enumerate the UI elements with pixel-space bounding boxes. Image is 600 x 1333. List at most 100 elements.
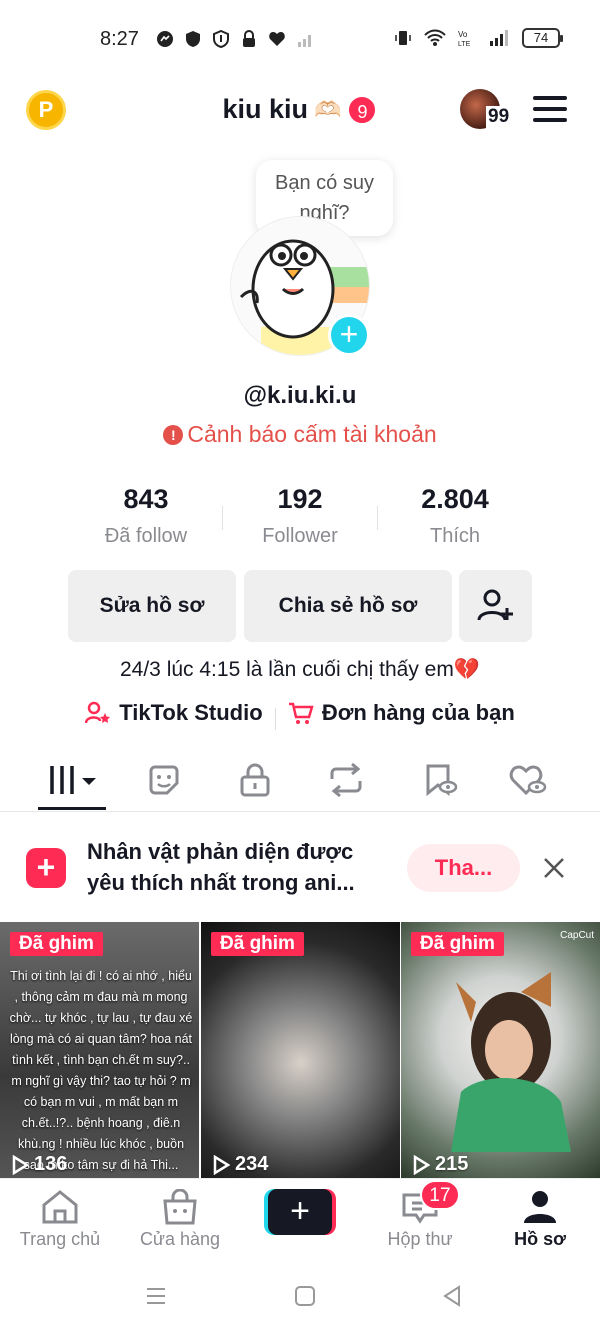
active-tab-indicator: [38, 807, 106, 810]
home-icon: [42, 1190, 78, 1224]
repost-icon: [330, 763, 362, 797]
studio-person-star-icon: [85, 701, 111, 724]
stat-following[interactable]: 843 Đã follow: [69, 484, 223, 548]
profile-header: P kiu kiu 🫶🏻 9 99: [0, 80, 600, 140]
stat-label: Thích: [429, 525, 481, 547]
nav-inbox-label: Hộp thư: [387, 1229, 453, 1249]
stat-value: 2.804: [421, 484, 489, 514]
nav-home-label: Trang chủ: [19, 1229, 101, 1249]
nav-shop-label: Cửa hàng: [139, 1229, 221, 1249]
tiktok-studio-label: TikTok Studio: [119, 700, 263, 725]
liked-heart-icon: [509, 765, 547, 796]
view-count: 215: [435, 1153, 469, 1175]
battery-indicator: 74: [522, 28, 563, 48]
tab-private[interactable]: [205, 748, 305, 812]
stat-followers[interactable]: 192 Follower: [223, 484, 377, 548]
pinned-badge: Đã ghim: [211, 932, 304, 956]
messenger-icon: [157, 31, 173, 47]
heart-hands-emoji: 🫶🏻: [314, 96, 342, 122]
plus-icon: +: [268, 1189, 332, 1235]
tab-stickers[interactable]: [114, 748, 214, 812]
nav-profile-label: Hồ sơ: [514, 1229, 566, 1249]
shield-icon: [186, 31, 200, 47]
back-icon[interactable]: [440, 1284, 464, 1308]
stat-label: Follower: [262, 525, 338, 547]
add-user-icon: [477, 589, 513, 621]
saved-eye-icon: [426, 764, 458, 797]
hamburger-menu-icon[interactable]: [533, 96, 567, 122]
tab-liked[interactable]: [478, 748, 578, 812]
nav-profile[interactable]: Hồ sơ: [480, 1189, 600, 1250]
close-icon[interactable]: [540, 854, 568, 882]
stat-value: 843: [123, 484, 169, 514]
nav-home[interactable]: Trang chủ: [0, 1189, 120, 1250]
heart-status-icon: [269, 32, 285, 46]
video-thumbnail[interactable]: Đã ghim CapCut 215: [401, 922, 600, 1178]
tab-saved[interactable]: [390, 748, 490, 812]
wifi-icon: [424, 29, 446, 46]
content-tabs: [0, 748, 600, 812]
view-count: 234: [235, 1153, 269, 1175]
account-notification-badge: 9: [347, 94, 378, 125]
play-icon: [213, 1154, 231, 1175]
play-icon: [12, 1154, 30, 1175]
profile-stats: 843 Đã follow 192 Follower 2.804 Thích: [0, 484, 600, 554]
cell-signal-icon: [490, 30, 508, 46]
orders-label: Đơn hàng của bạn: [321, 700, 515, 725]
volte-icon: Vo LTE: [458, 30, 471, 47]
lock-status-icon: [243, 30, 255, 47]
profile-person-icon: [524, 1191, 556, 1223]
status-time: 8:27: [100, 28, 139, 50]
orders-link[interactable]: Đơn hàng của bạn: [288, 700, 515, 726]
view-count: 136: [34, 1153, 68, 1175]
ban-warning[interactable]: ! Cảnh báo cấm tài khoản: [0, 421, 600, 448]
cart-icon: [288, 702, 314, 724]
tiktok-studio-link[interactable]: TikTok Studio: [85, 700, 263, 726]
signal-no-service-icon: [298, 35, 311, 47]
account-switcher[interactable]: kiu kiu 🫶🏻 9: [223, 94, 378, 125]
stat-likes[interactable]: 2.804 Thích: [378, 484, 532, 548]
tab-reposts[interactable]: [296, 748, 396, 812]
nav-shop[interactable]: Cửa hàng: [120, 1189, 240, 1250]
home-square-icon[interactable]: [293, 1284, 317, 1308]
lock-icon: [240, 763, 270, 797]
ban-warning-text: Cảnh báo cấm tài khoản: [187, 421, 437, 447]
video-caption: Thi ơi tình lại đi ! có ai nhớ , hiểu , …: [9, 969, 193, 1172]
profile-bio: 24/3 lúc 4:15 là lần cuối chị thấy em💔: [119, 658, 480, 681]
shield-check-icon: [213, 30, 229, 48]
page-title: kiu kiu: [222, 94, 309, 124]
suggestion-title: Nhân vật phản diện được yêu thích nhất t…: [87, 839, 355, 895]
video-grid: Thi ơi tình lại đi ! có ai nhớ , hiểu , …: [0, 922, 600, 1178]
add-story-button[interactable]: +: [328, 314, 370, 356]
shop-bag-icon: [163, 1189, 197, 1225]
profile-handle[interactable]: @k.iu.ki.u: [0, 382, 600, 410]
add-friend-button[interactable]: [459, 570, 532, 642]
stat-label: Đã follow: [104, 525, 188, 547]
video-thumbnail[interactable]: Thi ơi tình lại đi ! có ai nhớ , hiểu , …: [0, 922, 199, 1178]
edit-profile-button[interactable]: Sửa hồ sơ: [68, 570, 236, 642]
sticker-icon: [149, 765, 179, 795]
recent-apps-icon[interactable]: [144, 1284, 168, 1308]
add-box-icon: +: [26, 848, 66, 888]
share-profile-button[interactable]: Chia sẻ hồ sơ: [244, 570, 452, 642]
avatar-count-badge: 99: [486, 106, 512, 128]
inbox-badge: 17: [420, 1180, 460, 1210]
pinned-badge: Đã ghim: [411, 932, 504, 956]
suggestion-banner[interactable]: + Nhân vật phản diện được yêu thích nhất…: [0, 820, 600, 920]
capcut-watermark: CapCut: [560, 930, 594, 941]
bottom-nav: Trang chủ Cửa hàng + Hộp thư Hồ sơ: [0, 1178, 600, 1268]
video-artwork: [451, 972, 571, 1152]
svg-text:LTE: LTE: [458, 41, 471, 47]
suggestion-action-button[interactable]: Tha...: [407, 844, 520, 892]
svg-text:Vo: Vo: [458, 30, 468, 39]
videos-grid-icon: [50, 766, 96, 794]
vibrate-icon: [395, 31, 411, 45]
create-button[interactable]: +: [264, 1189, 336, 1235]
video-thumbnail[interactable]: Đã ghim 234: [201, 922, 400, 1178]
system-nav-bar: [0, 1268, 600, 1333]
pinned-badge: Đã ghim: [10, 932, 103, 956]
play-icon: [413, 1154, 431, 1175]
tab-videos[interactable]: [22, 748, 122, 812]
stat-value: 192: [277, 484, 323, 514]
status-bar: 8:27 Vo LTE 74: [0, 0, 600, 80]
